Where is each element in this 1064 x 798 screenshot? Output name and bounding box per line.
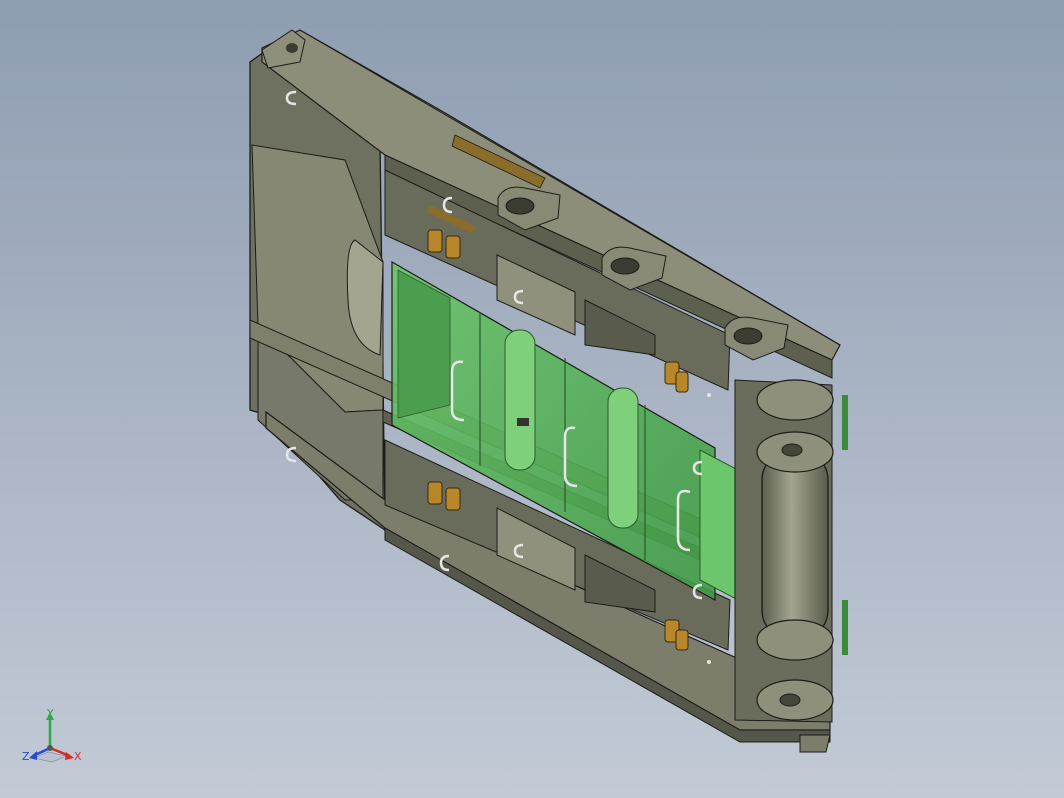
z-axis-label: Z (22, 750, 30, 763)
y-axis-label: Y (46, 707, 54, 720)
view-triad[interactable]: Y X Z (22, 707, 82, 763)
model-render[interactable]: Y X Z (0, 0, 1064, 798)
corner-lug-icon (261, 29, 306, 69)
x-axis-label: X (74, 750, 82, 763)
graphics-viewport[interactable]: Y X Z (0, 0, 1064, 798)
screw-icon (517, 418, 529, 426)
end-roller-assembly (734, 379, 848, 753)
